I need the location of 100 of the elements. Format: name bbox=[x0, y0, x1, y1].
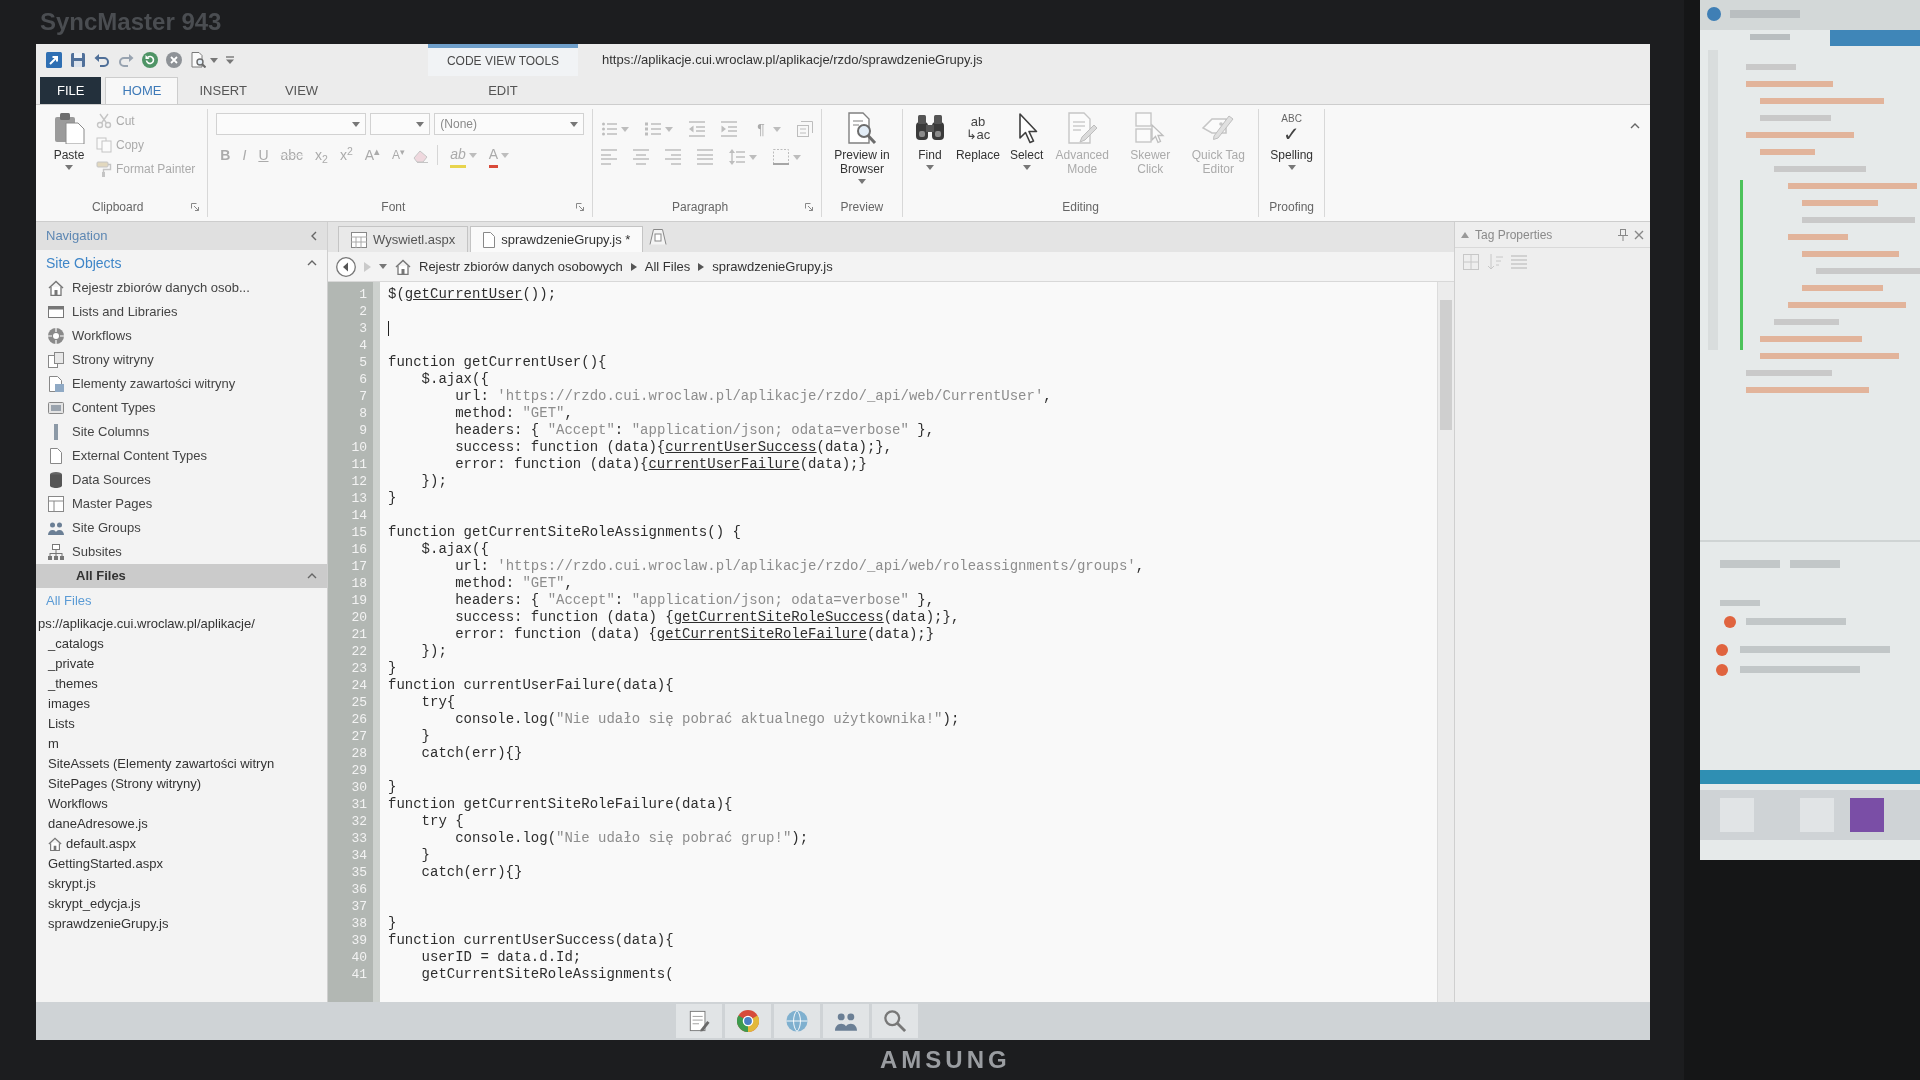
paste-button[interactable]: Paste bbox=[50, 109, 88, 197]
undo-icon[interactable] bbox=[94, 52, 110, 68]
tree-item[interactable]: _catalogs bbox=[48, 633, 104, 654]
back-icon[interactable] bbox=[336, 256, 356, 277]
pin-icon[interactable] bbox=[1618, 228, 1628, 241]
ribbon-tab[interactable]: HOME bbox=[105, 77, 179, 104]
taskbar-button[interactable] bbox=[725, 1004, 771, 1038]
list-icon[interactable] bbox=[1511, 254, 1527, 270]
replace-button[interactable]: ab ↳ac Replace bbox=[952, 109, 1003, 197]
preview-in-browser-button[interactable]: Preview in Browser bbox=[829, 109, 894, 197]
line-number: 28 bbox=[350, 745, 368, 762]
tree-item[interactable]: Lists bbox=[48, 713, 75, 734]
line-number: 31 bbox=[350, 796, 368, 813]
spelling-button[interactable]: ABC ✓ Spelling bbox=[1267, 109, 1316, 197]
code-line: headers: { "Accept": "application/json; odata=verbose" }, bbox=[455, 592, 935, 609]
nav-item[interactable]: Data Sources bbox=[36, 468, 327, 492]
tree-item[interactable]: _themes bbox=[48, 673, 98, 694]
caret-icon[interactable] bbox=[793, 154, 802, 160]
ribbon-tab[interactable]: VIEW bbox=[267, 77, 336, 104]
caret-icon[interactable] bbox=[210, 57, 218, 63]
grid-icon[interactable] bbox=[1463, 254, 1479, 270]
tree-item[interactable]: SiteAssets (Elementy zawartości witryn bbox=[48, 753, 275, 774]
caret-icon[interactable] bbox=[749, 154, 758, 160]
collapse-ribbon-icon[interactable] bbox=[1630, 122, 1640, 129]
breadcrumb-link[interactable]: All Files bbox=[644, 256, 691, 277]
stop-icon[interactable] bbox=[166, 52, 182, 68]
nav-item[interactable]: Site Groups bbox=[36, 516, 327, 540]
document-tab[interactable]: sprawdzenieGrupy.js * bbox=[470, 226, 644, 252]
nav-item[interactable]: Lists and Libraries bbox=[36, 300, 327, 324]
cylinder-icon bbox=[50, 472, 62, 488]
code-line: } bbox=[421, 847, 430, 864]
tree-item[interactable]: _private bbox=[48, 653, 95, 674]
chevron-up-icon[interactable] bbox=[307, 573, 317, 579]
nav-item[interactable]: Strony witryny bbox=[36, 348, 327, 372]
caret-icon[interactable] bbox=[772, 126, 781, 132]
line-number: 2 bbox=[358, 303, 368, 320]
tree-item[interactable]: GettingStarted.aspx bbox=[48, 853, 163, 874]
collapse-pane-icon[interactable] bbox=[311, 231, 317, 241]
ribbon-tab[interactable]: FILE bbox=[40, 77, 102, 104]
close-icon[interactable] bbox=[1634, 229, 1644, 240]
app-logo-icon[interactable] bbox=[46, 52, 62, 68]
ribbon-tab[interactable]: EDIT bbox=[471, 77, 535, 104]
redo-icon[interactable] bbox=[118, 52, 134, 68]
customize-toolbar-icon[interactable] bbox=[226, 56, 234, 64]
caret-icon[interactable] bbox=[379, 264, 387, 269]
line-number: 39 bbox=[350, 932, 368, 949]
dialog-launcher-icon[interactable] bbox=[191, 203, 200, 211]
tree-item[interactable]: SitePages (Strony witryny) bbox=[48, 773, 202, 794]
dialog-launcher-icon[interactable] bbox=[576, 203, 585, 211]
tree-item[interactable]: Workflows bbox=[48, 793, 108, 814]
dialog-launcher-icon[interactable] bbox=[804, 203, 813, 211]
taskbar-button[interactable] bbox=[774, 1004, 820, 1038]
taskbar-button[interactable] bbox=[872, 1004, 918, 1038]
document-tab[interactable]: Wyswietl.aspx bbox=[338, 226, 469, 252]
tree-item[interactable]: skrypt_edycja.js bbox=[48, 893, 141, 914]
line-number: 3 bbox=[358, 320, 368, 337]
code-line: try{ bbox=[421, 694, 456, 711]
page-magnifier-icon[interactable] bbox=[190, 52, 206, 68]
taskbar-button[interactable] bbox=[676, 1004, 722, 1038]
tree-item[interactable]: daneAdresowe.js bbox=[48, 813, 148, 834]
breadcrumb-link[interactable]: Rejestr zbiorów danych osobowych bbox=[419, 256, 623, 277]
page-icon bbox=[483, 231, 496, 248]
caret-icon[interactable] bbox=[665, 126, 674, 132]
tree-item[interactable]: m bbox=[48, 733, 59, 754]
nav-item[interactable]: Rejestr zbiorów danych osob... bbox=[36, 276, 327, 300]
taskbar-button[interactable] bbox=[823, 1004, 869, 1038]
find-button[interactable]: Find bbox=[910, 109, 949, 197]
breadcrumb-link[interactable]: sprawdzenieGrupy.js bbox=[712, 256, 833, 277]
tree-item[interactable]: ps://aplikacje.cui.wroclaw.pl/aplikacje/ bbox=[38, 613, 255, 634]
tree-item[interactable]: skrypt.js bbox=[48, 873, 96, 894]
nav-item[interactable]: Site Columns bbox=[36, 420, 327, 444]
save-icon[interactable] bbox=[70, 52, 86, 68]
tree-item[interactable]: default.aspx bbox=[48, 833, 137, 854]
line-number: 5 bbox=[358, 354, 368, 371]
caret-icon[interactable] bbox=[621, 126, 630, 132]
nav-item[interactable]: Workflows bbox=[36, 324, 327, 348]
people-icon bbox=[48, 520, 64, 536]
sort-icon[interactable] bbox=[1487, 254, 1503, 270]
ribbon-tab[interactable]: INSERT bbox=[182, 77, 264, 104]
chevron-up-icon[interactable] bbox=[307, 260, 317, 266]
new-tab-icon[interactable] bbox=[649, 229, 668, 245]
code-line: } bbox=[388, 779, 397, 796]
font-name-field[interactable] bbox=[216, 113, 367, 135]
nav-item[interactable]: Elementy zawartości witryny bbox=[36, 372, 327, 396]
refresh-icon[interactable] bbox=[142, 52, 158, 68]
page-magnifier-icon bbox=[845, 112, 878, 144]
nav-item[interactable]: Subsites bbox=[36, 540, 327, 564]
select-button[interactable]: Select bbox=[1006, 109, 1047, 197]
vertical-scrollbar[interactable] bbox=[1437, 282, 1454, 1002]
line-number: 32 bbox=[350, 813, 368, 830]
tree-item[interactable]: images bbox=[48, 693, 90, 714]
nav-item[interactable]: Master Pages bbox=[36, 492, 327, 516]
collapse-icon[interactable] bbox=[1461, 231, 1469, 238]
scrollbar-thumb[interactable] bbox=[1440, 300, 1452, 430]
page-icon bbox=[50, 448, 62, 464]
nav-item[interactable]: Content Types bbox=[36, 396, 327, 420]
tree-item[interactable]: sprawdzenieGrupy.js bbox=[48, 913, 169, 934]
clipboard-icon bbox=[53, 112, 85, 144]
nav-item[interactable]: External Content Types bbox=[36, 444, 327, 468]
font-size-field[interactable] bbox=[370, 113, 431, 135]
